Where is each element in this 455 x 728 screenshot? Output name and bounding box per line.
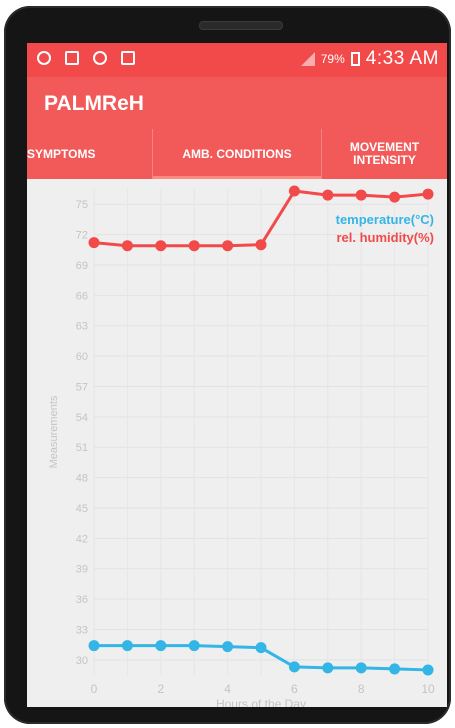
y-tick-label: 51: [76, 442, 88, 454]
data-point: [255, 642, 267, 654]
status-bar: 79% 4:33 AM: [27, 43, 447, 77]
download-icon: [65, 51, 79, 65]
y-tick-label: 30: [76, 655, 88, 667]
y-tick-label: 45: [76, 503, 88, 515]
y-axis-label: Measurements: [48, 395, 60, 468]
data-point: [88, 640, 100, 652]
y-tick-label: 69: [76, 260, 88, 272]
signal-icon: [300, 52, 315, 66]
data-point: [355, 662, 367, 674]
x-tick-label: 4: [224, 682, 231, 696]
data-point: [222, 641, 234, 653]
battery-percent: 79%: [320, 52, 345, 66]
data-point: [355, 189, 367, 201]
tab-bar: SYMPTOMS AMB. CONDITIONS MOVEMENT INTENS…: [27, 129, 447, 179]
battery-icon: [350, 52, 360, 66]
status-right: 79% 4:33 AM: [300, 48, 439, 70]
data-point: [155, 240, 167, 252]
y-tick-label: 63: [76, 321, 88, 333]
data-point: [322, 189, 334, 201]
x-axis-label: Hours of the Day: [216, 697, 306, 707]
tab-symptoms[interactable]: SYMPTOMS: [27, 129, 152, 179]
phone-frame: 79% 4:33 AM PALMReH SYMPTOMS AMB. CONDIT…: [4, 6, 451, 724]
legend-entry: temperature(°C): [336, 212, 434, 227]
data-point: [188, 640, 200, 652]
wifi-question-icon: [93, 51, 107, 65]
tab-amb-conditions[interactable]: AMB. CONDITIONS: [152, 129, 322, 179]
data-point: [422, 188, 434, 200]
x-tick-label: 6: [291, 682, 298, 696]
x-tick-label: 10: [421, 682, 435, 696]
y-tick-label: 57: [76, 381, 88, 393]
app-title: PALMReH: [44, 92, 144, 115]
phone-speaker: [199, 21, 283, 30]
legend-entry: rel. humidity(%): [336, 230, 434, 245]
y-tick-label: 66: [76, 290, 88, 302]
x-tick-label: 0: [91, 682, 98, 696]
data-point: [121, 640, 133, 652]
y-tick-label: 33: [76, 624, 88, 636]
x-tick-label: 8: [358, 682, 365, 696]
data-point: [88, 237, 100, 249]
x-tick-label: 2: [157, 682, 164, 696]
status-icons: [37, 51, 135, 65]
data-point: [288, 185, 300, 197]
data-point: [389, 191, 401, 203]
data-point: [255, 239, 267, 251]
y-tick-label: 36: [76, 594, 88, 606]
y-tick-label: 54: [76, 412, 88, 424]
data-point: [222, 240, 234, 252]
data-point: [121, 240, 133, 252]
y-tick-label: 72: [76, 230, 88, 242]
status-time: 4:33 AM: [365, 48, 439, 69]
y-tick-label: 39: [76, 564, 88, 576]
data-point: [322, 662, 334, 674]
data-point: [155, 640, 167, 652]
y-tick-label: 48: [76, 473, 88, 485]
line-chart: 30 33 36 39 42 45 48 51 54 57 60 63 66 69 72 75 0 2 4 6 8 10 H…: [48, 185, 435, 707]
voicemail-icon: [37, 51, 51, 65]
notification-icon: [121, 51, 135, 65]
data-point: [422, 664, 434, 676]
device-screen: 79% 4:33 AM PALMReH SYMPTOMS AMB. CONDIT…: [27, 43, 447, 707]
data-point: [389, 663, 401, 675]
y-tick-label: 60: [76, 351, 88, 363]
y-tick-label: 42: [76, 533, 88, 545]
y-tick-label: 75: [76, 199, 88, 211]
data-point: [188, 240, 200, 252]
tab-movement-intensity[interactable]: MOVEMENT INTENSITY: [322, 129, 447, 179]
chart-area: 30 33 36 39 42 45 48 51 54 57 60 63 66 69 72 75 0 2 4 6 8 10 H…: [27, 179, 447, 707]
app-bar: PALMReH: [27, 77, 447, 129]
data-point: [288, 661, 300, 673]
